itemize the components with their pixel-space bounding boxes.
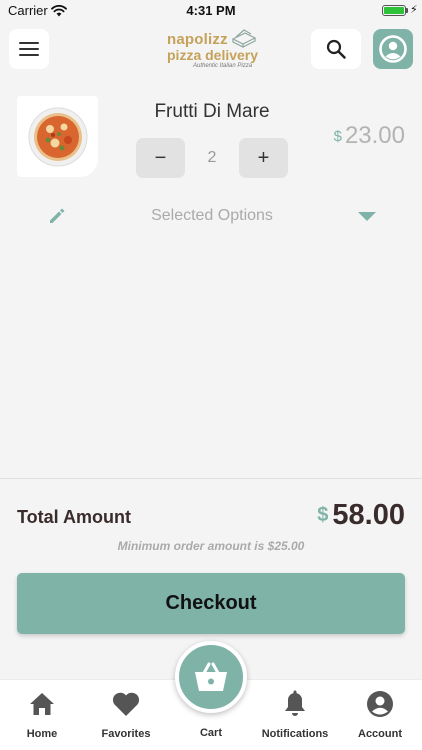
tab-account-label: Account <box>358 728 402 740</box>
tab-favorites[interactable]: Favorites <box>84 680 168 750</box>
logo-line-1: napolizz <box>167 31 228 48</box>
tab-notifications-label: Notifications <box>261 728 329 740</box>
battery-tip <box>406 8 408 13</box>
menu-button[interactable] <box>9 29 49 69</box>
total-amount: 58.00 <box>332 499 405 531</box>
chevron-down-icon <box>358 212 376 221</box>
selected-options-toggle[interactable]: Selected Options <box>0 200 422 232</box>
battery-icon <box>382 5 406 16</box>
status-bar: Carrier 4:31 PM ⚡ <box>0 0 422 22</box>
tab-notifications[interactable]: Notifications <box>253 680 337 750</box>
clock: 4:31 PM <box>186 3 236 18</box>
account-icon <box>379 35 407 63</box>
account-button[interactable] <box>373 29 413 69</box>
basket-icon <box>195 662 227 691</box>
brand-logo: napolizz pizza delivery Authentic Italia… <box>165 27 260 71</box>
edit-icon[interactable] <box>47 206 67 231</box>
minimum-order-note: Minimum order amount is $25.00 <box>117 539 305 553</box>
divider <box>0 478 422 479</box>
price-amount: 23.00 <box>344 122 405 149</box>
tab-cart[interactable] <box>175 641 247 713</box>
selected-options-label: Selected Options <box>151 207 273 224</box>
quantity-value: 2 <box>207 149 217 166</box>
bell-icon <box>283 689 307 719</box>
pizza-box-icon <box>231 29 257 54</box>
tab-home[interactable]: Home <box>0 680 84 750</box>
item-name: Frutti Di Mare <box>154 101 270 122</box>
logo-tagline: Authentic Italian Pizza <box>193 63 253 69</box>
item-price: $23.00 <box>334 122 405 150</box>
pizza-image <box>17 96 98 177</box>
tab-account[interactable]: Account <box>338 680 422 750</box>
heart-icon <box>111 689 141 719</box>
tab-home-label: Home <box>26 728 58 740</box>
menu-icon <box>19 42 39 56</box>
account-icon <box>366 689 394 719</box>
charging-icon: ⚡ <box>410 4 418 16</box>
total-amount-label: Total Amount <box>17 507 131 527</box>
price-currency: $ <box>333 128 342 145</box>
total-amount-value: $58.00 <box>317 499 405 532</box>
tab-favorites-label: Favorites <box>101 728 151 740</box>
increase-quantity-button[interactable]: + <box>239 138 288 178</box>
checkout-button[interactable]: Checkout <box>17 573 405 634</box>
search-icon <box>326 39 346 59</box>
tab-cart-label: Cart <box>199 727 222 739</box>
search-button[interactable] <box>311 29 361 69</box>
decrease-quantity-button[interactable]: − <box>136 138 185 178</box>
home-icon <box>28 689 56 719</box>
total-currency: $ <box>317 504 329 526</box>
